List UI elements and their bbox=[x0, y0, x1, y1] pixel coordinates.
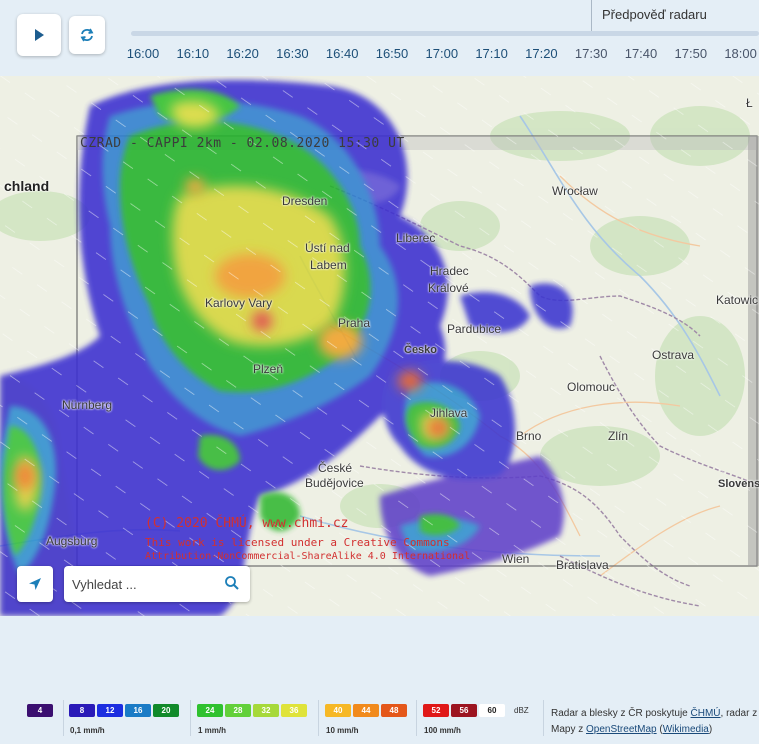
legend-swatch: 48 bbox=[381, 704, 407, 717]
place-label: Česko bbox=[404, 344, 438, 356]
timeline-tick[interactable]: 17:30 bbox=[575, 46, 608, 61]
legend-swatch: 20 bbox=[153, 704, 179, 717]
legend-rate: 100 mm/h bbox=[424, 726, 461, 735]
legend-rate: 10 mm/h bbox=[326, 726, 359, 735]
place-label: Ostrava bbox=[652, 348, 695, 362]
map-canvas[interactable] bbox=[0, 76, 759, 616]
place-label: Ústí nad bbox=[305, 241, 350, 255]
place-label: Plzeň bbox=[253, 362, 284, 376]
search-icon[interactable] bbox=[224, 575, 240, 591]
legend-swatch: 56 bbox=[451, 704, 477, 717]
repeat-icon bbox=[80, 28, 94, 42]
loop-button[interactable] bbox=[69, 16, 105, 54]
legend-swatch: 32 bbox=[253, 704, 279, 717]
legend-rate: 1 mm/h bbox=[198, 726, 227, 735]
legend-group: 24 28 32 36 bbox=[197, 704, 307, 717]
legend-swatch: 28 bbox=[225, 704, 251, 717]
place-label: Slovens bbox=[718, 478, 759, 490]
timeline-tick[interactable]: 17:50 bbox=[675, 46, 708, 61]
copyright-line2: This work is licensed under a Creative C… bbox=[145, 536, 450, 549]
legend-divider bbox=[190, 700, 191, 736]
legend-divider bbox=[318, 700, 319, 736]
credits-prefix: Radar a blesky z ČR poskytuje bbox=[551, 708, 688, 719]
timeline-tick[interactable]: 16:20 bbox=[226, 46, 259, 61]
place-label: Ł bbox=[746, 96, 753, 110]
place-label: Jihlava bbox=[430, 406, 468, 420]
osm-link[interactable]: OpenStreetMap bbox=[586, 724, 657, 735]
place-label: Wrocław bbox=[552, 184, 598, 198]
place-label: Brno bbox=[516, 429, 542, 443]
place-label: Zlín bbox=[608, 429, 629, 443]
locate-button[interactable] bbox=[17, 566, 53, 602]
play-button[interactable] bbox=[17, 14, 61, 56]
wikimedia-link[interactable]: Wikimedia bbox=[663, 724, 709, 735]
radar-map[interactable]: CZRAD - CAPPI 2km - 02.08.2020 15:30 UT … bbox=[0, 76, 759, 616]
timeline-tick[interactable]: 16:10 bbox=[177, 46, 210, 61]
place-label: Dresden bbox=[282, 194, 328, 208]
credits-middle: , radar z bbox=[720, 708, 758, 719]
legend-unit: dBZ bbox=[514, 706, 529, 715]
place-label: Olomouc bbox=[567, 380, 616, 394]
timeline-tick[interactable]: 16:40 bbox=[326, 46, 359, 61]
timeline-tick[interactable]: 17:20 bbox=[525, 46, 558, 61]
legend-swatch: 24 bbox=[197, 704, 223, 717]
place-label: Augsburg bbox=[46, 534, 98, 548]
location-arrow-icon bbox=[29, 578, 41, 590]
timeline-tick[interactable]: 17:00 bbox=[426, 46, 459, 61]
legend-swatch: 4 bbox=[27, 704, 53, 717]
credits: Radar a blesky z ČR poskytuje ČHMÚ, rada… bbox=[551, 708, 758, 735]
credits-maps: Mapy z bbox=[551, 724, 584, 735]
place-label: Karlovy Vary bbox=[205, 296, 273, 310]
legend-divider bbox=[63, 700, 64, 736]
legend-swatch: 60 bbox=[479, 704, 505, 717]
place-label: Praha bbox=[338, 316, 371, 330]
place-label: Nürnberg bbox=[62, 398, 113, 412]
legend-swatch: 12 bbox=[97, 704, 123, 717]
search-input[interactable] bbox=[72, 575, 222, 593]
timeline-tick[interactable]: 16:50 bbox=[376, 46, 409, 61]
timeline-tick[interactable]: 17:10 bbox=[475, 46, 508, 61]
legend-group: 8 12 16 20 bbox=[69, 704, 179, 717]
forecast-label: Předpověď radaru bbox=[602, 7, 707, 22]
legend-group: 4 bbox=[27, 704, 53, 717]
place-label: Pardubice bbox=[447, 322, 502, 336]
copyright-line1: (C) 2020 ČHMÚ, www.chmi.cz bbox=[145, 516, 349, 531]
legend-swatch: 40 bbox=[325, 704, 351, 717]
legend-group: 52 56 60 bbox=[423, 704, 505, 717]
place-label: České bbox=[318, 461, 353, 475]
timeline-tick[interactable]: 18:00 bbox=[724, 46, 757, 61]
radar-echoes bbox=[0, 76, 759, 616]
place-label: Hradec bbox=[430, 264, 469, 278]
legend-swatch: 44 bbox=[353, 704, 379, 717]
legend-swatch: 52 bbox=[423, 704, 449, 717]
radar-header: CZRAD - CAPPI 2km - 02.08.2020 15:30 UT bbox=[80, 136, 405, 151]
legend-swatch: 16 bbox=[125, 704, 151, 717]
copyright-line3: Attribution-NonCommercial-ShareAlike 4.0… bbox=[145, 551, 471, 562]
search-box[interactable] bbox=[64, 566, 250, 602]
place-label: Labem bbox=[310, 258, 347, 272]
legend-group: 40 44 48 bbox=[325, 704, 407, 717]
legend-rate: 0,1 mm/h bbox=[70, 726, 105, 735]
timeline-track[interactable] bbox=[131, 31, 759, 36]
timeline-tick[interactable]: 16:30 bbox=[276, 46, 309, 61]
timeline-tick[interactable]: 17:40 bbox=[625, 46, 658, 61]
timeline-bar: Předpověď radaru 16:00 16:10 16:20 16:30 16:… bbox=[0, 0, 759, 76]
timeline-tick[interactable]: 16:00 bbox=[127, 46, 160, 61]
place-label: Bratislava bbox=[556, 558, 609, 572]
chmu-link[interactable]: ČHMÚ bbox=[691, 708, 721, 719]
place-label: Katowic bbox=[716, 293, 759, 307]
legend-divider bbox=[543, 700, 544, 736]
place-label: Králové bbox=[428, 281, 469, 295]
radar-app: Předpověď radaru 16:00 16:10 16:20 16:30 16:… bbox=[0, 0, 759, 744]
play-icon bbox=[35, 29, 44, 41]
legend: 4 8 12 16 20 0,1 mm/h 24 28 32 36 1 mm/h 40 44 48 10 m… bbox=[0, 696, 759, 744]
legend-swatch: 8 bbox=[69, 704, 95, 717]
legend-divider bbox=[416, 700, 417, 736]
place-label: Wien bbox=[502, 552, 530, 566]
place-label: Budějovice bbox=[305, 476, 364, 490]
legend-swatch: 36 bbox=[281, 704, 307, 717]
place-label: Liberec bbox=[396, 231, 436, 245]
place-label: chland bbox=[4, 178, 50, 194]
